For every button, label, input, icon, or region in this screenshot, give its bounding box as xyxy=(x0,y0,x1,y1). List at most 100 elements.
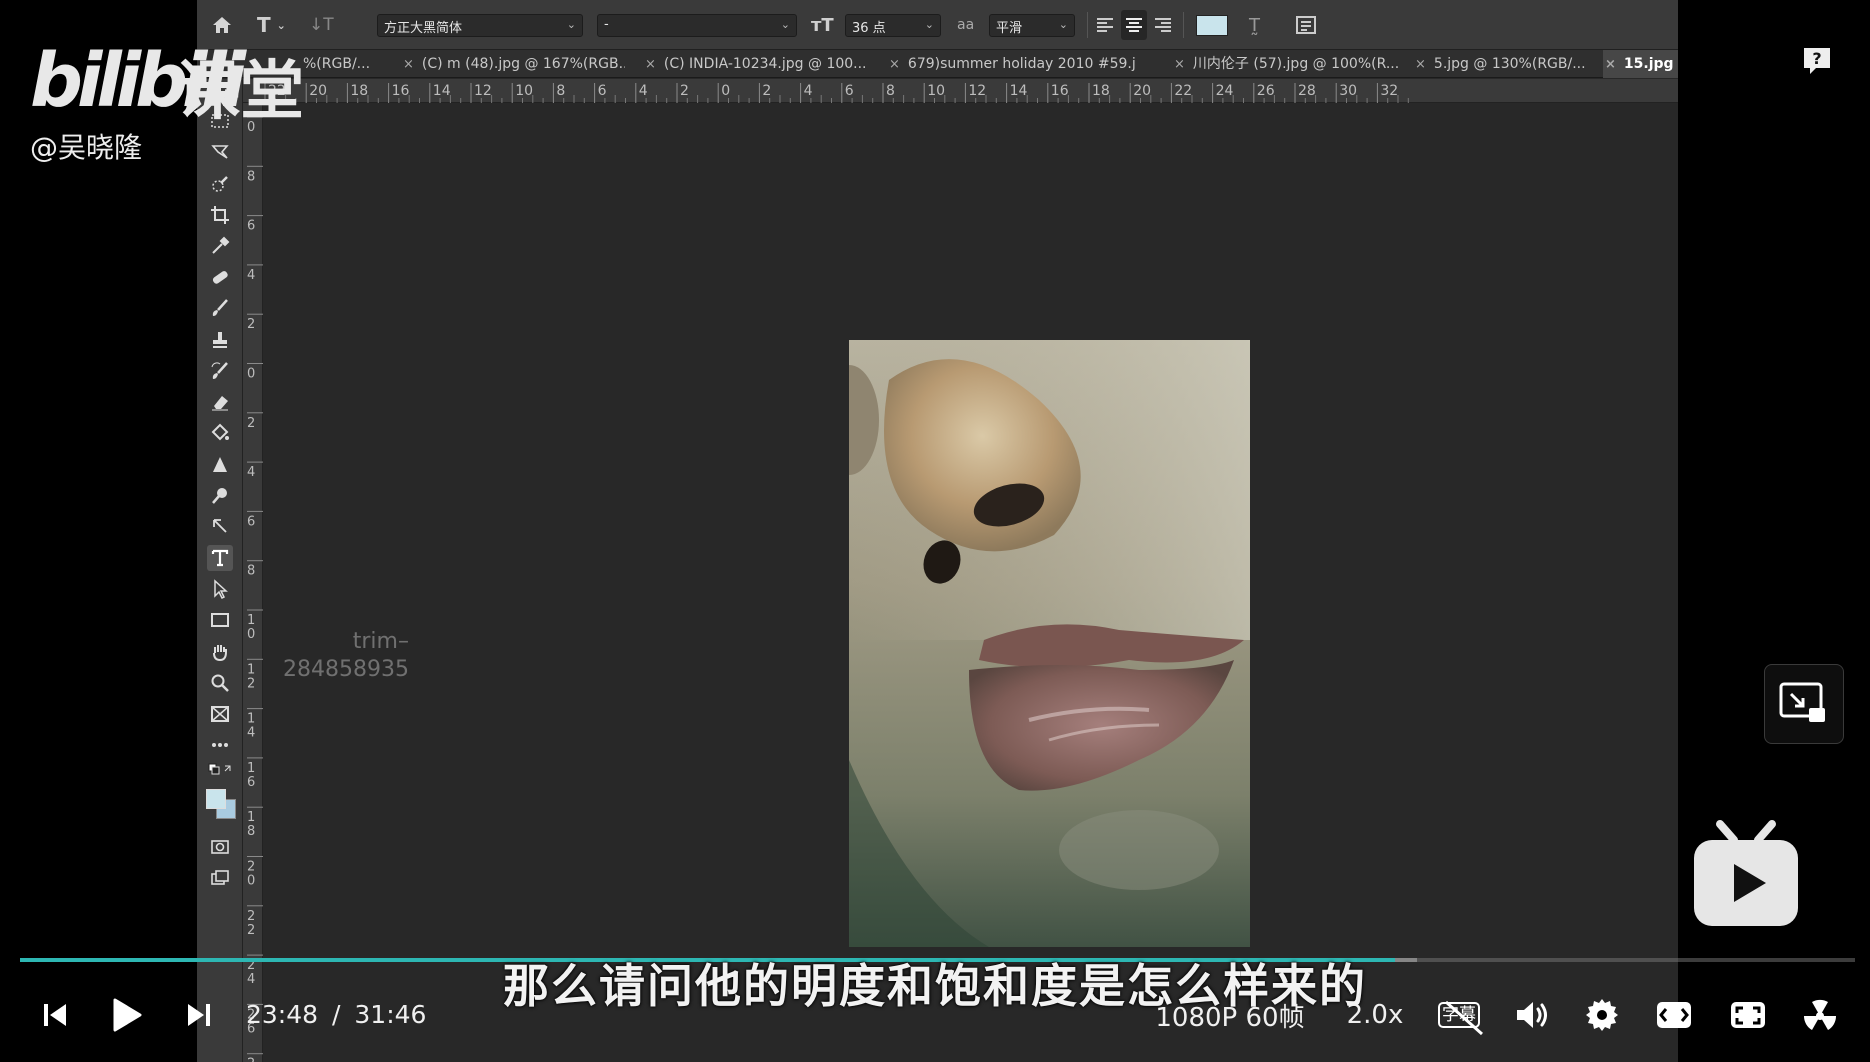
warp-text-icon[interactable]: T̰ xyxy=(1249,10,1260,40)
canvas-image-lips-closeup[interactable] xyxy=(849,340,1250,947)
ruler-label: 8 xyxy=(886,83,895,99)
hand-tool-icon[interactable] xyxy=(207,639,233,665)
ruler-label: 1 xyxy=(247,613,255,628)
close-icon[interactable]: × xyxy=(1415,57,1426,72)
color-swatches[interactable] xyxy=(204,787,238,821)
horizontal-ruler: 22 20 18 16 14 12 10 8 6 4 2 0 2 4 6 8 10 12 14 16 18 20 22 24 2… xyxy=(197,79,1678,103)
document-tabs: %(RGB/... × (C) m (48).jpg @ 167%(RGB... … xyxy=(197,50,1678,78)
ruler-label: 16 xyxy=(1051,83,1069,99)
foreground-color-swatch[interactable] xyxy=(206,789,226,809)
crop-tool-icon[interactable] xyxy=(207,202,233,228)
tab-document-4[interactable]: × 679)summer holiday 2010 #59.jpg xyxy=(887,50,1137,78)
divider xyxy=(1183,12,1184,38)
ruler-label: 8 xyxy=(247,169,255,184)
ruler-label: 2 xyxy=(247,909,255,924)
close-icon[interactable]: × xyxy=(645,57,656,72)
close-icon[interactable]: × xyxy=(889,57,900,72)
speed-button[interactable]: 2.0x xyxy=(1340,985,1410,1045)
next-button[interactable] xyxy=(182,985,216,1045)
ruler-label: 20 xyxy=(1133,83,1151,99)
lasso-tool-icon[interactable] xyxy=(207,139,233,165)
fullscreen-button[interactable] xyxy=(1728,985,1768,1045)
picture-in-picture-button[interactable] xyxy=(1764,664,1844,744)
dodge-tool-icon[interactable] xyxy=(207,483,233,509)
blur-tool-icon[interactable] xyxy=(207,452,233,478)
settings-button[interactable] xyxy=(1582,985,1622,1045)
screen-mode-icon[interactable] xyxy=(207,865,233,891)
tab-label: 川内伦子 (57).jpg @ 100%(R... xyxy=(1192,56,1400,72)
history-brush-tool-icon[interactable] xyxy=(207,358,233,384)
eyedropper-tool-icon[interactable] xyxy=(207,233,233,259)
play-button[interactable] xyxy=(106,985,146,1045)
align-center-icon[interactable] xyxy=(1121,10,1147,40)
ruler-label: 12 xyxy=(474,83,492,99)
ruler-label: 32 xyxy=(1380,83,1398,99)
tab-document-6[interactable]: × 5.jpg @ 130%(RGB/... xyxy=(1413,50,1603,78)
pen-tool-icon[interactable] xyxy=(207,514,233,540)
close-icon[interactable]: × xyxy=(403,57,414,72)
ruler-label: 12 xyxy=(968,83,986,99)
subtitle-toggle-button[interactable]: 字幕 xyxy=(1434,985,1484,1045)
tab-document-2[interactable]: × (C) m (48).jpg @ 167%(RGB... xyxy=(401,50,625,78)
close-icon[interactable]: × xyxy=(1605,57,1616,72)
bilibili-ketang-logo: bilibili 课堂 xyxy=(30,36,330,129)
tab-document-3[interactable]: × (C) INDIA-10234.jpg @ 100... xyxy=(643,50,883,78)
quick-selection-tool-icon[interactable] xyxy=(207,171,233,197)
previous-button[interactable] xyxy=(38,985,72,1045)
volume-button[interactable] xyxy=(1512,985,1552,1045)
gear-icon xyxy=(1586,999,1618,1031)
ruler-label: 0 xyxy=(247,874,255,889)
align-right-icon[interactable] xyxy=(1153,10,1173,40)
font-style-select[interactable]: - ⌄ xyxy=(597,14,797,37)
previous-icon xyxy=(44,1004,66,1026)
tab-label: (C) m (48).jpg @ 167%(RGB... xyxy=(421,56,625,72)
align-left-icon[interactable] xyxy=(1095,10,1115,40)
swap-colors-icon[interactable] xyxy=(207,760,233,780)
ruler-label: 4 xyxy=(247,465,255,480)
tab-document-active[interactable]: × 15.jpg xyxy=(1603,50,1678,78)
path-selection-tool-icon[interactable] xyxy=(207,576,233,602)
volume-icon xyxy=(1517,1002,1547,1028)
duration: 31:46 xyxy=(354,1000,427,1029)
ruler-label: 6 xyxy=(247,775,255,790)
rectangle-tool-icon[interactable] xyxy=(207,607,233,633)
more-tools-icon[interactable] xyxy=(207,732,233,758)
ruler-label: 10 xyxy=(927,83,945,99)
ruler-label: 4 xyxy=(247,268,255,283)
fullscreen-icon xyxy=(1731,1002,1765,1028)
ruler-label: 14 xyxy=(1010,83,1028,99)
text-color-swatch[interactable] xyxy=(1196,15,1228,36)
logo-text: 课堂 xyxy=(176,55,304,129)
quality-button[interactable]: 1080P 60帧 xyxy=(1150,985,1310,1045)
font-family-select[interactable]: 方正大黑简体 ⌄ xyxy=(377,14,583,37)
help-icon[interactable]: ? xyxy=(1802,46,1832,76)
widescreen-button[interactable] xyxy=(1654,985,1694,1045)
bilibili-tv-icon[interactable] xyxy=(1690,820,1802,930)
ruler-label: 8 xyxy=(247,564,255,579)
character-panel-icon[interactable] xyxy=(1295,10,1317,40)
ruler-label: 6 xyxy=(247,514,255,529)
quick-mask-icon[interactable] xyxy=(207,834,233,860)
font-size-select[interactable]: 36 点 ⌄ xyxy=(845,14,941,37)
ruler-label: 2 xyxy=(247,416,255,431)
ruler-label: 14 xyxy=(433,83,451,99)
ruler-label: 2 xyxy=(680,83,689,99)
ruler-label: 18 xyxy=(350,83,368,99)
ruler-label: 4 xyxy=(639,83,648,99)
zoom-tool-icon[interactable] xyxy=(207,670,233,696)
eraser-tool-icon[interactable] xyxy=(207,389,233,415)
ruler-label: 26 xyxy=(1257,83,1275,99)
brush-tool-icon[interactable] xyxy=(207,295,233,321)
tab-document-5[interactable]: × 川内伦子 (57).jpg @ 100%(R... xyxy=(1172,50,1400,78)
vertical-ruler: 086420246810121416182022242628 xyxy=(243,103,263,1062)
paint-bucket-tool-icon[interactable] xyxy=(207,420,233,446)
current-time: 23:48 xyxy=(246,1000,319,1029)
clone-stamp-tool-icon[interactable] xyxy=(207,327,233,353)
ruler-label: 2 xyxy=(247,676,255,691)
danmaku-button[interactable] xyxy=(1800,985,1840,1045)
anti-alias-select[interactable]: 平滑 ⌄ xyxy=(989,14,1075,37)
healing-brush-tool-icon[interactable] xyxy=(207,264,233,290)
close-icon[interactable]: × xyxy=(1174,57,1185,72)
type-tool-icon[interactable] xyxy=(207,545,233,571)
frame-tool-icon[interactable] xyxy=(207,701,233,727)
